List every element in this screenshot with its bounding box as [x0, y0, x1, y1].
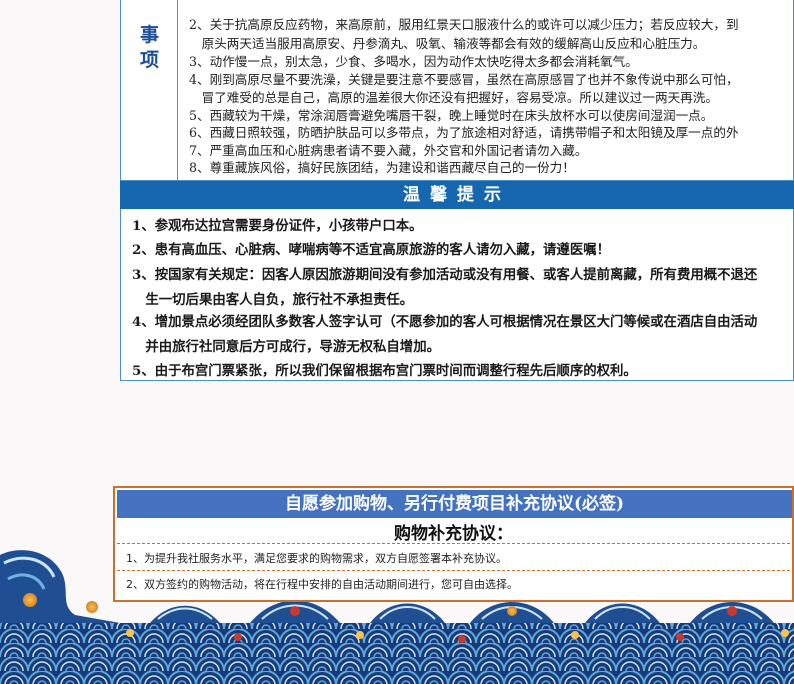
- agreement-title: 自愿参加购物、另行付费项目补充协议(必签): [284, 494, 625, 514]
- notes-label-char-1: 事: [139, 24, 159, 46]
- agreement-subtitle: 购物补充协议：: [394, 524, 513, 544]
- agreement-divider: [117, 543, 790, 544]
- notes-line: 2、关于抗高原反应药物，来高原前，服用红景天口服液什么的或许可以减少压力；若反应…: [189, 17, 739, 32]
- tips-list: 1、参观布达拉宫需要身份证件，小孩带户口本。 2、患有高血压、心脏病、哮喘病等不…: [120, 209, 794, 381]
- tips-line: 3、按国家有关规定：因客人原因旅游期间没有参加活动或没有用餐、或客人提前离藏，所…: [132, 267, 758, 283]
- notes-line: 7、严重高血压和心脏病患者请不要入藏，外交官和外国记者请勿入藏。: [189, 143, 588, 158]
- tips-title: 温馨提示: [403, 185, 511, 205]
- notes-line: 冒了难受的总是自己，高原的温差很大你还没有把握好，容易受凉。所以建议过一两天再洗…: [189, 90, 718, 105]
- tips-line: 并由旅行社同意后方可成行，导游无权私自增加。: [132, 339, 440, 355]
- notes-line: 5、西藏较为干燥，常涂润唇膏避免嘴唇干裂，晚上睡觉时在床头放杯水可以使房间湿润一…: [189, 108, 714, 123]
- notes-line: 8、尊重藏族风俗，搞好民族团结，为建设和谐西藏尽自己的一份力！: [189, 160, 575, 175]
- agreement-item: 2、双方签约的购物活动，将在行程中安排的自由活动期间进行，您可自由选择。: [126, 578, 518, 591]
- notes-line: 3、动作慢一点，别太急，少食、多喝水，因为动作太快吃得太多都会消耗氧气。: [189, 54, 638, 69]
- notes-list: 2、关于抗高原反应药物，来高原前，服用红景天口服液什么的或许可以减少压力；若反应…: [189, 0, 794, 181]
- notes-label-char-2: 项: [139, 49, 159, 71]
- tips-line: 1、参观布达拉宫需要身份证件，小孩带户口本。: [132, 218, 423, 234]
- notes-line: 4、刚到高原尽量不要洗澡，关键是要注意不要感冒，虽然在高原感冒了也并不象传说中那…: [189, 72, 739, 87]
- notes-line: 原头两天适当服用高原安、丹参滴丸、吸氧、输液等都会有效的缓解高山反应和心脏压力。: [189, 36, 706, 51]
- notes-line: 6、西藏日照较强，防晒护肤品可以多带点，为了旅途相对舒适，请携带帽子和太阳镜及厚…: [189, 125, 739, 140]
- agreement-header: 自愿参加购物、另行付费项目补充协议(必签): [117, 490, 792, 518]
- tips-line: 4、增加景点必须经团队多数客人签字认可（不愿参加的客人可根据情况在景区大门等候或…: [132, 314, 758, 330]
- shopping-agreement-box: 自愿参加购物、另行付费项目补充协议(必签) 购物补充协议： 1、为提升我社服务水…: [113, 486, 794, 602]
- tips-line: 生一切后果由客人自负，旅行社不承担责任。: [132, 292, 414, 308]
- agreement-item: 1、为提升我社服务水平，满足您要求的购物需求，双方自愿签署本补充协议。: [126, 552, 507, 565]
- tips-line: 2、患有高血压、心脏病、哮喘病等不适宜高原旅游的客人请勿入藏，请遵医嘱！: [132, 242, 610, 258]
- notes-label-cell: 事 项: [121, 0, 178, 181]
- agreement-divider: [117, 570, 790, 571]
- tips-line: 5、由于布宫门票紧张，所以我们保留根据布宫门票时间而调整行程先后顺序的权利。: [132, 363, 637, 379]
- notes-table: 事 项 2、关于抗高原反应药物，来高原前，服用红景天口服液什么的或许可以减少压力…: [120, 0, 794, 181]
- tips-header: 温馨提示: [120, 181, 794, 209]
